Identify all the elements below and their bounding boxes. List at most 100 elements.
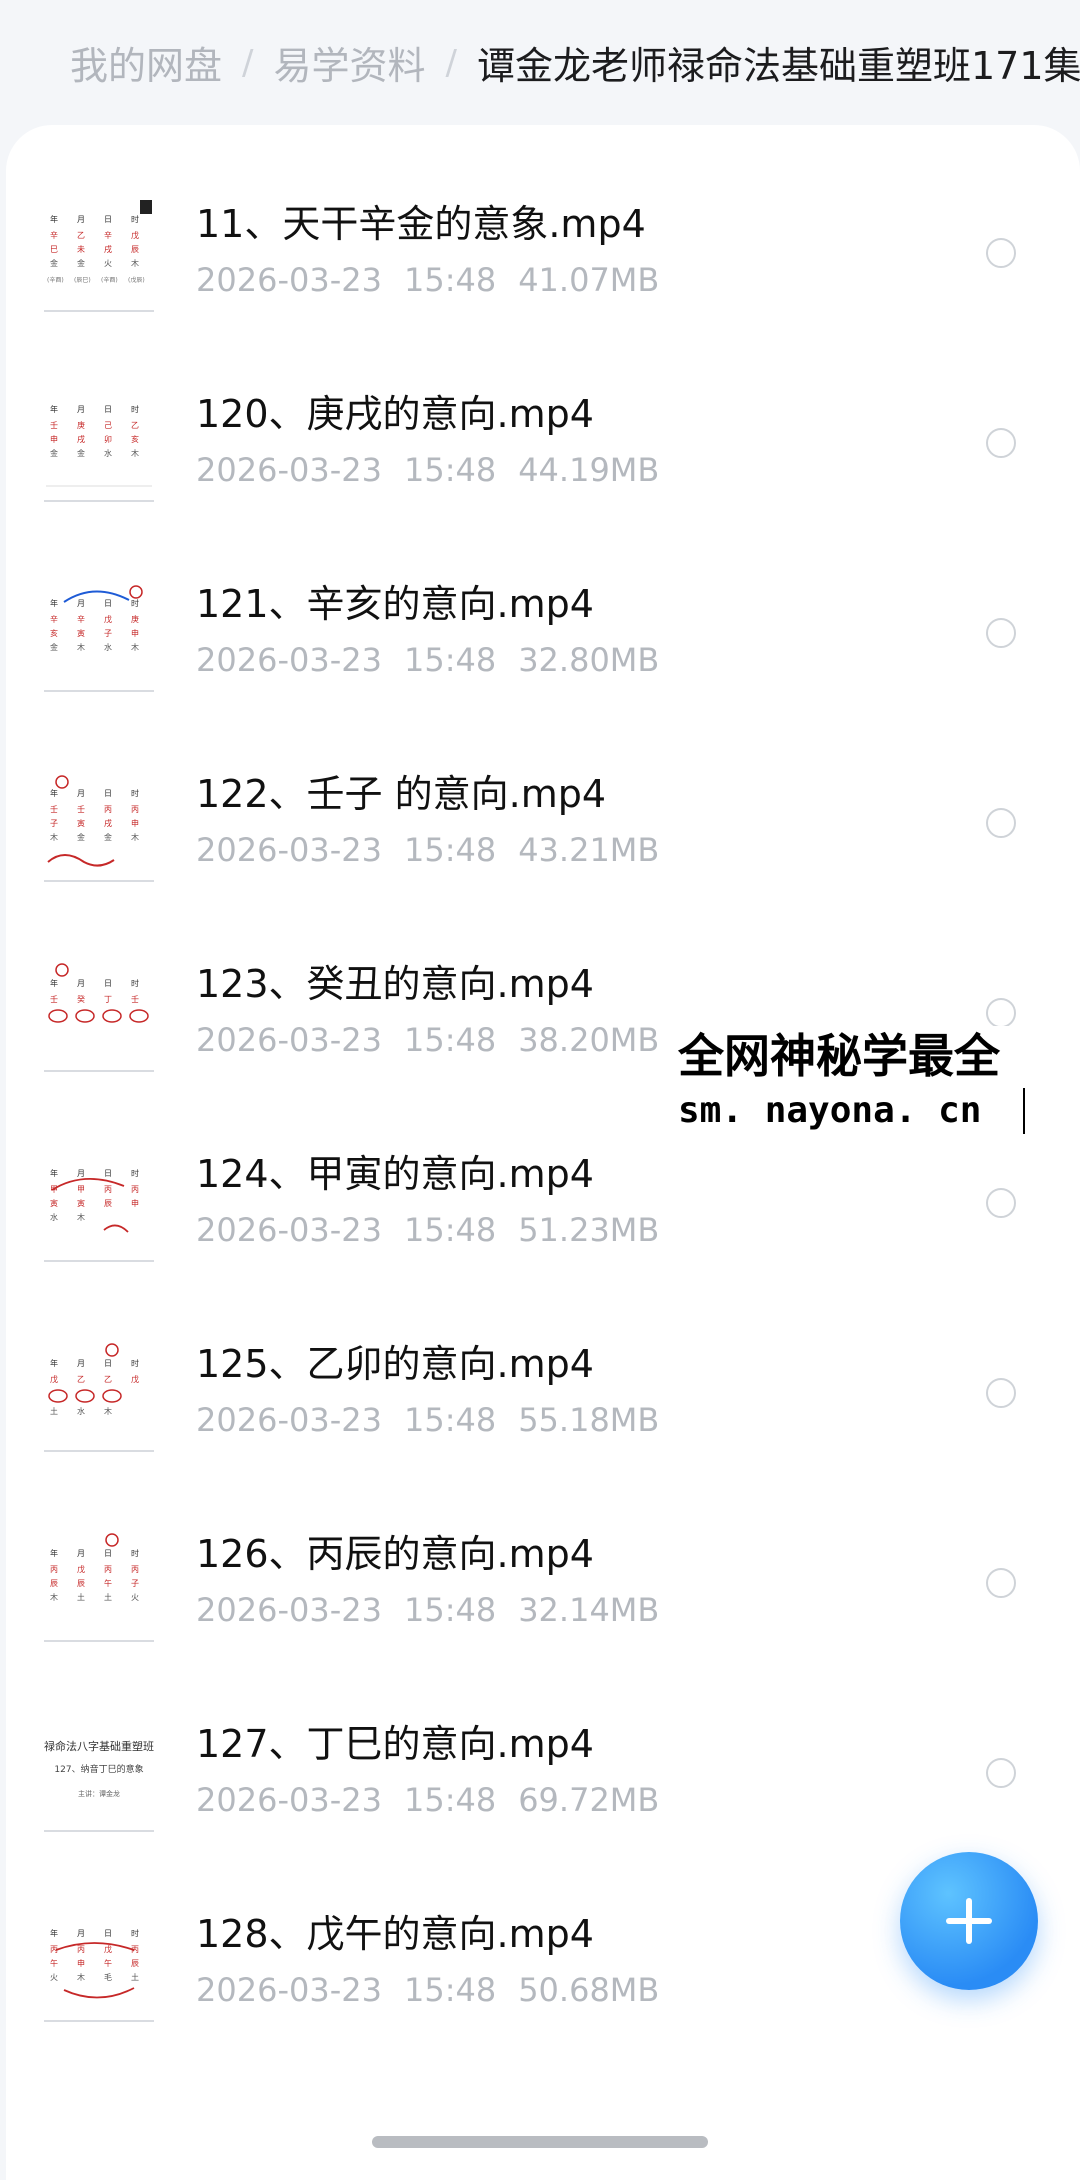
- svg-text:(辰巳): (辰巳): [74, 277, 91, 284]
- svg-text:寅: 寅: [77, 818, 85, 828]
- select-radio[interactable]: [986, 618, 1016, 648]
- svg-text:日: 日: [104, 405, 112, 414]
- svg-text:木: 木: [77, 1972, 85, 1982]
- select-radio[interactable]: [986, 1568, 1016, 1598]
- svg-text:月: 月: [77, 1359, 85, 1368]
- svg-text:年: 年: [50, 598, 58, 608]
- svg-text:丙: 丙: [104, 1565, 112, 1574]
- svg-text:金: 金: [77, 832, 85, 842]
- svg-text:戊: 戊: [131, 1374, 139, 1384]
- svg-text:水: 水: [50, 1212, 58, 1222]
- file-name[interactable]: 123、癸丑的意向.mp4: [196, 960, 594, 1008]
- svg-text:壬: 壬: [131, 994, 139, 1004]
- svg-text:戊: 戊: [50, 1374, 58, 1384]
- svg-text:戊: 戊: [77, 1564, 85, 1574]
- svg-text:丙: 丙: [131, 805, 139, 814]
- svg-text:辛: 辛: [50, 614, 58, 624]
- file-name[interactable]: 125、乙卯的意向.mp4: [196, 1340, 594, 1388]
- svg-text:木: 木: [131, 448, 139, 458]
- video-thumbnail: 年 月 日 时辛 辛 戊 庚亥 寅 子 申金 木 水 木: [44, 580, 154, 692]
- select-radio[interactable]: [986, 808, 1016, 838]
- file-time: 15:48: [403, 451, 497, 489]
- file-name[interactable]: 11、天干辛金的意象.mp4: [196, 200, 646, 248]
- select-radio[interactable]: [986, 238, 1016, 268]
- svg-text:申: 申: [50, 434, 58, 444]
- svg-text:水: 水: [77, 1406, 85, 1416]
- svg-text:木: 木: [77, 1212, 85, 1222]
- file-size: 55.18MB: [518, 1401, 660, 1439]
- file-meta: 2026-03-23 15:48 69.72MB: [196, 1780, 659, 1820]
- file-row[interactable]: 年月日时甲甲丙丙寅寅辰申水木 124、甲寅的意向.mp4 2026-03-23 1…: [6, 1150, 1080, 1340]
- svg-text:月: 月: [77, 1169, 85, 1178]
- select-radio[interactable]: [986, 428, 1016, 458]
- file-name[interactable]: 124、甲寅的意向.mp4: [196, 1150, 594, 1198]
- select-radio[interactable]: [986, 1188, 1016, 1218]
- breadcrumb-item-current-folder: 谭金龙老师禄命法基础重塑班171集: [476, 44, 1080, 88]
- file-size: 32.14MB: [518, 1591, 660, 1629]
- file-row[interactable]: 年 月 日 时辛 乙 辛 戊巳 未 戌 辰金 金 火 木 (辛酉) (辰巳) (辛酉) (戊辰) 11、天干辛金…: [6, 200, 1080, 390]
- svg-text:未: 未: [77, 244, 85, 254]
- file-row[interactable]: 年 月 日 时辛 辛 戊 庚亥 寅 子 申金 木 水 木 121、辛亥的意向.mp4 2026-03-2…: [6, 580, 1080, 770]
- svg-text:子: 子: [131, 1579, 139, 1588]
- breadcrumb-item-my-drive[interactable]: 我的网盘: [70, 35, 222, 90]
- svg-text:申: 申: [131, 1198, 139, 1208]
- svg-text:木: 木: [77, 642, 85, 652]
- svg-text:火: 火: [104, 259, 112, 268]
- svg-text:月: 月: [77, 215, 85, 224]
- file-row[interactable]: 年 月 日 时壬 庚 己 乙申 戌 卯 亥金 金 水 木 120、庚戌的意向.mp4 2026-03-2…: [6, 390, 1080, 580]
- select-radio[interactable]: [986, 1378, 1016, 1408]
- file-name[interactable]: 126、丙辰的意向.mp4: [196, 1530, 594, 1578]
- file-time: 15:48: [403, 1021, 497, 1059]
- select-radio[interactable]: [986, 998, 1016, 1028]
- svg-text:时: 时: [131, 788, 139, 798]
- file-meta: 2026-03-23 15:48 51.23MB: [196, 1210, 659, 1250]
- file-meta: 2026-03-23 15:48 41.07MB: [196, 260, 659, 300]
- svg-text:年: 年: [50, 214, 58, 224]
- breadcrumb-item-yixue[interactable]: 易学资料: [273, 35, 425, 90]
- file-meta: 2026-03-23 15:48 38.20MB: [196, 1020, 659, 1060]
- svg-text:年: 年: [50, 788, 58, 798]
- select-radio[interactable]: [986, 1758, 1016, 1788]
- svg-text:木: 木: [50, 1592, 58, 1602]
- svg-text:年: 年: [50, 1928, 58, 1938]
- svg-text:木: 木: [131, 642, 139, 652]
- breadcrumb-separator: /: [445, 42, 457, 83]
- svg-text:午: 午: [50, 1958, 58, 1968]
- file-name[interactable]: 122、壬子 的意向.mp4: [196, 770, 606, 818]
- svg-text:午: 午: [104, 1578, 112, 1588]
- svg-text:土: 土: [77, 1592, 85, 1602]
- svg-text:金: 金: [77, 258, 85, 268]
- file-time: 15:48: [403, 1591, 497, 1629]
- text-caret: [1023, 1088, 1025, 1134]
- file-row[interactable]: 年 月 日 时丙 戊 丙 丙辰 辰 午 子木 土 土 火 126、丙辰的意向.mp4 2026-03-2…: [6, 1530, 1080, 1720]
- file-size: 38.20MB: [518, 1021, 660, 1059]
- svg-text:庚: 庚: [131, 614, 139, 624]
- svg-text:乙: 乙: [77, 1375, 85, 1384]
- file-name[interactable]: 121、辛亥的意向.mp4: [196, 580, 594, 628]
- svg-text:年: 年: [50, 1168, 58, 1178]
- svg-text:(辛酉): (辛酉): [47, 276, 64, 284]
- svg-text:申: 申: [77, 1958, 85, 1968]
- svg-text:丙: 丙: [104, 1185, 112, 1194]
- file-row[interactable]: 年 月 日 时壬 壬 丙 丙子 寅 戌 申木 金 金 木 122、壬子 的意向.mp4 2026-03-…: [6, 770, 1080, 960]
- svg-text:申: 申: [131, 818, 139, 828]
- svg-text:土: 土: [104, 1592, 112, 1602]
- svg-text:寅: 寅: [50, 1198, 58, 1208]
- svg-text:壬: 壬: [50, 804, 58, 814]
- svg-text:壬: 壬: [50, 994, 58, 1004]
- svg-text:子: 子: [50, 819, 58, 828]
- svg-text:木: 木: [104, 1406, 112, 1416]
- svg-text:时: 时: [131, 1928, 139, 1938]
- svg-text:辰: 辰: [50, 1579, 58, 1588]
- svg-text:丙: 丙: [77, 1945, 85, 1954]
- file-name[interactable]: 127、丁巳的意向.mp4: [196, 1720, 594, 1768]
- file-date: 2026-03-23: [196, 1971, 382, 2009]
- svg-text:时: 时: [131, 1358, 139, 1368]
- add-button[interactable]: [900, 1852, 1038, 1990]
- file-name[interactable]: 128、戊午的意向.mp4: [196, 1910, 594, 1958]
- file-row[interactable]: 年 月 日 时戊 乙 乙 戊土 水 木 125、乙卯的意向.mp4 2026-03-23 15:4…: [6, 1340, 1080, 1530]
- video-thumbnail: 禄命法八字基础重塑班 127、纳音丁巳的意象 主讲：谭金龙: [44, 1720, 154, 1832]
- file-name[interactable]: 120、庚戌的意向.mp4: [196, 390, 594, 438]
- svg-text:丙: 丙: [131, 1565, 139, 1574]
- home-indicator[interactable]: [372, 2136, 708, 2148]
